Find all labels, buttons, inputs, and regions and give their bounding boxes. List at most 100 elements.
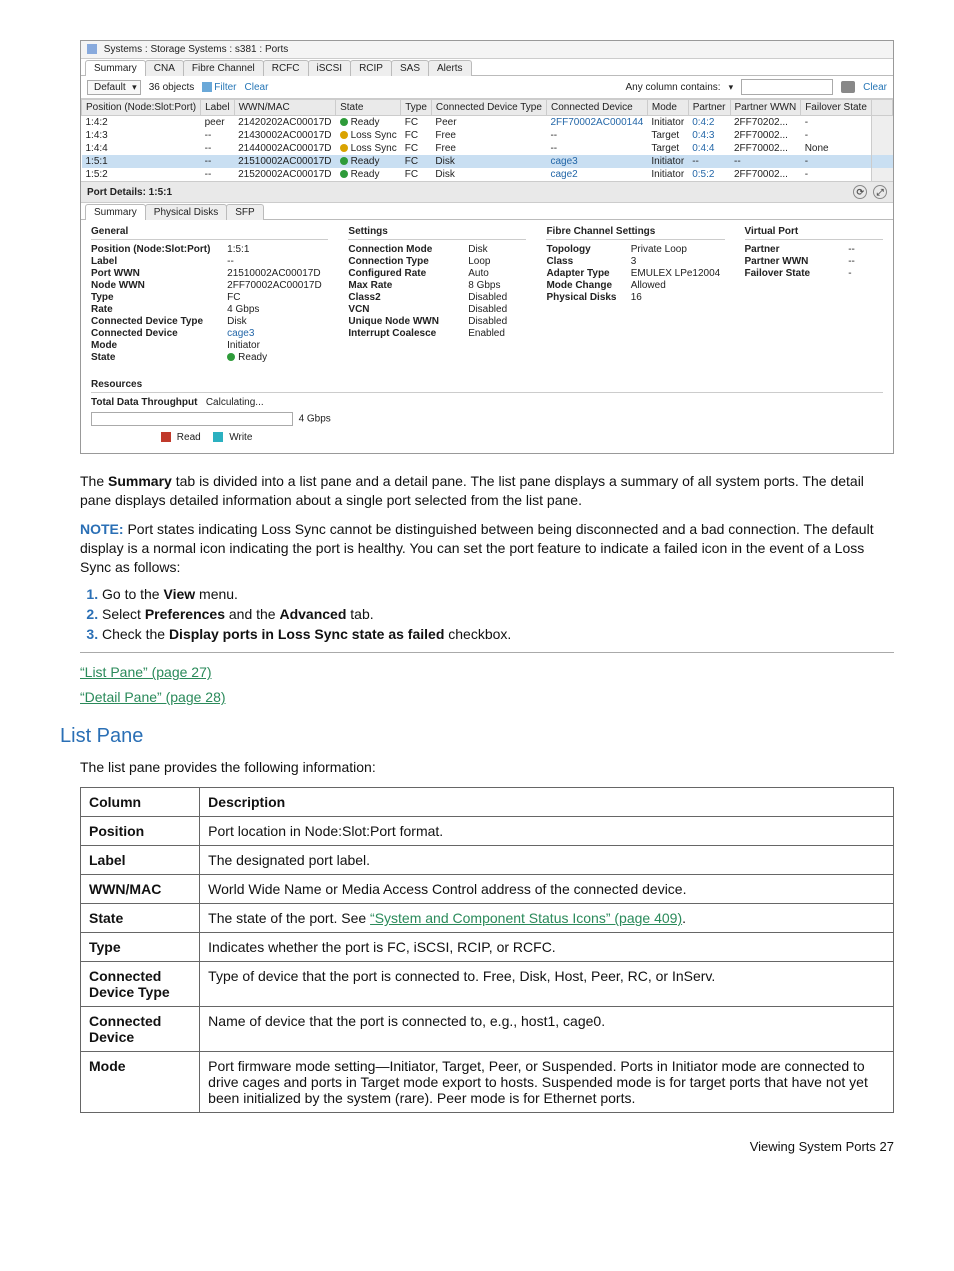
field-label: Mode xyxy=(91,340,217,351)
doc-table-row: ModePort firmware mode setting—Initiator… xyxy=(81,1052,894,1113)
tab-summary[interactable]: Summary xyxy=(85,60,146,76)
chevron-down-icon[interactable]: ▾ xyxy=(729,82,734,93)
tab-alerts[interactable]: Alerts xyxy=(428,60,472,76)
field-label: Mode Change xyxy=(546,280,620,291)
field-label: Failover State xyxy=(745,268,839,279)
column-search-input[interactable] xyxy=(741,79,833,95)
field-label: Connected Device xyxy=(91,328,217,339)
col-header[interactable]: Connected Device Type xyxy=(431,100,546,116)
field-value: 16 xyxy=(631,292,725,303)
col-header[interactable]: WWN/MAC xyxy=(234,100,335,116)
col-header[interactable]: Partner WWN xyxy=(730,100,801,116)
outer-tab-bar: SummaryCNAFibre ChannelRCFCiSCSIRCIPSASA… xyxy=(81,59,893,76)
resources-heading: Resources xyxy=(91,379,883,393)
note-label: NOTE: xyxy=(80,521,124,537)
doc-table-row: StateThe state of the port. See “System … xyxy=(81,904,894,933)
col-header[interactable]: State xyxy=(336,100,401,116)
field-label: VCN xyxy=(348,304,458,315)
field-value: Disabled xyxy=(468,292,526,303)
resources-section: Resources Total Data Throughput Calculat… xyxy=(81,379,893,453)
table-row[interactable]: 1:5:2--21520002AC00017DReadyFCDiskcage2I… xyxy=(82,168,893,181)
field-value: cage3 xyxy=(227,328,328,339)
field-label: Partner xyxy=(745,244,839,255)
field-value: -- xyxy=(848,256,883,267)
tab-iscsi[interactable]: iSCSI xyxy=(308,60,352,76)
col-header[interactable]: Partner xyxy=(688,100,730,116)
object-count: 36 objects xyxy=(149,82,195,93)
field-value: -- xyxy=(848,244,883,255)
field-label: Class2 xyxy=(348,292,458,303)
col-header[interactable]: Connected Device xyxy=(546,100,647,116)
field-value: 8 Gbps xyxy=(468,280,526,291)
table-row[interactable]: 1:4:2peer21420202AC00017DReadyFCPeer2FF7… xyxy=(82,116,893,130)
field-label: Physical Disks xyxy=(546,292,620,303)
col-header[interactable]: Type xyxy=(401,100,432,116)
clear-filter-button[interactable]: Clear xyxy=(245,82,269,93)
tab-cna[interactable]: CNA xyxy=(145,60,184,76)
field-value: Enabled xyxy=(468,328,526,339)
view-dropdown[interactable]: Default xyxy=(87,80,141,95)
detail-panel-header: Port Details: 1:5:1 ⟳ ⤢ xyxy=(81,181,893,203)
field-value: -- xyxy=(227,256,328,267)
window-title: Systems : Storage Systems : s381 : Ports xyxy=(104,44,289,55)
section-intro: The list pane provides the following inf… xyxy=(80,758,894,777)
link-list-pane[interactable]: “List Pane” (page 27) xyxy=(80,664,212,680)
legend-write-swatch xyxy=(213,432,223,442)
field-label: Configured Rate xyxy=(348,268,458,279)
detail-tab-physical-disks[interactable]: Physical Disks xyxy=(145,204,227,220)
doc-table-row: TypeIndicates whether the port is FC, iS… xyxy=(81,933,894,962)
field-value: 2FF70002AC00017D xyxy=(227,280,328,291)
field-label: Max Rate xyxy=(348,280,458,291)
col-header[interactable]: Label xyxy=(201,100,234,116)
print-icon[interactable] xyxy=(841,81,855,93)
refresh-icon[interactable]: ⟳ xyxy=(853,185,867,199)
legend-read-swatch xyxy=(161,432,171,442)
divider xyxy=(80,652,894,653)
any-column-label: Any column contains: xyxy=(626,82,721,93)
doc-th-column: Column xyxy=(81,788,200,817)
field-label: State xyxy=(91,352,217,363)
link-detail-pane[interactable]: “Detail Pane” (page 28) xyxy=(80,689,226,705)
field-label: Label xyxy=(91,256,217,267)
doc-table-row: LabelThe designated port label. xyxy=(81,846,894,875)
field-label: Node WWN xyxy=(91,280,217,291)
step-3: Check the Display ports in Loss Sync sta… xyxy=(102,626,894,642)
tab-rcip[interactable]: RCIP xyxy=(350,60,392,76)
col-header[interactable]: Mode xyxy=(647,100,688,116)
ports-app-window: Systems : Storage Systems : s381 : Ports… xyxy=(80,40,894,454)
general-heading: General xyxy=(91,226,328,240)
table-row[interactable]: 1:4:3--21430002AC00017DLoss SyncFCFree--… xyxy=(82,129,893,142)
field-value: Disk xyxy=(227,316,328,327)
field-label: Topology xyxy=(546,244,620,255)
link-status-icons[interactable]: “System and Component Status Icons” (pag… xyxy=(370,910,682,926)
tab-rcfc[interactable]: RCFC xyxy=(263,60,309,76)
col-header[interactable]: Position (Node:Slot:Port) xyxy=(82,100,201,116)
filter-button[interactable]: Filter xyxy=(202,82,236,93)
doc-table-row: WWN/MACWorld Wide Name or Media Access C… xyxy=(81,875,894,904)
field-value: 1:5:1 xyxy=(227,244,328,255)
field-value: Initiator xyxy=(227,340,328,351)
field-label: Interrupt Coalesce xyxy=(348,328,458,339)
detail-title: Port Details: 1:5:1 xyxy=(87,187,172,198)
tab-fibre-channel[interactable]: Fibre Channel xyxy=(183,60,264,76)
summary-paragraph: The Summary tab is divided into a list p… xyxy=(80,472,894,510)
clear-search-button[interactable]: Clear xyxy=(863,82,887,93)
table-row[interactable]: 1:4:4--21440002AC00017DLoss SyncFCFree--… xyxy=(82,142,893,155)
detail-body: General Position (Node:Slot:Port)1:5:1La… xyxy=(81,220,893,373)
detail-tab-sfp[interactable]: SFP xyxy=(226,204,263,220)
col-header[interactable]: Failover State xyxy=(801,100,872,116)
expand-icon[interactable]: ⤢ xyxy=(873,185,887,199)
throughput-value: Calculating... xyxy=(206,397,264,408)
field-value: Disabled xyxy=(468,304,526,315)
field-label: Connected Device Type xyxy=(91,316,217,327)
field-label: Unique Node WWN xyxy=(348,316,458,327)
table-row[interactable]: 1:5:1--21510002AC00017DReadyFCDiskcage3I… xyxy=(82,155,893,168)
page-footer: Viewing System Ports 27 xyxy=(80,1139,894,1154)
field-label: Connection Type xyxy=(348,256,458,267)
section-heading-list-pane: List Pane xyxy=(60,725,894,748)
tab-sas[interactable]: SAS xyxy=(391,60,429,76)
systems-icon xyxy=(87,44,97,54)
step-1: Go to the View menu. xyxy=(102,586,894,602)
detail-tab-summary[interactable]: Summary xyxy=(85,204,146,220)
field-value: Loop xyxy=(468,256,526,267)
